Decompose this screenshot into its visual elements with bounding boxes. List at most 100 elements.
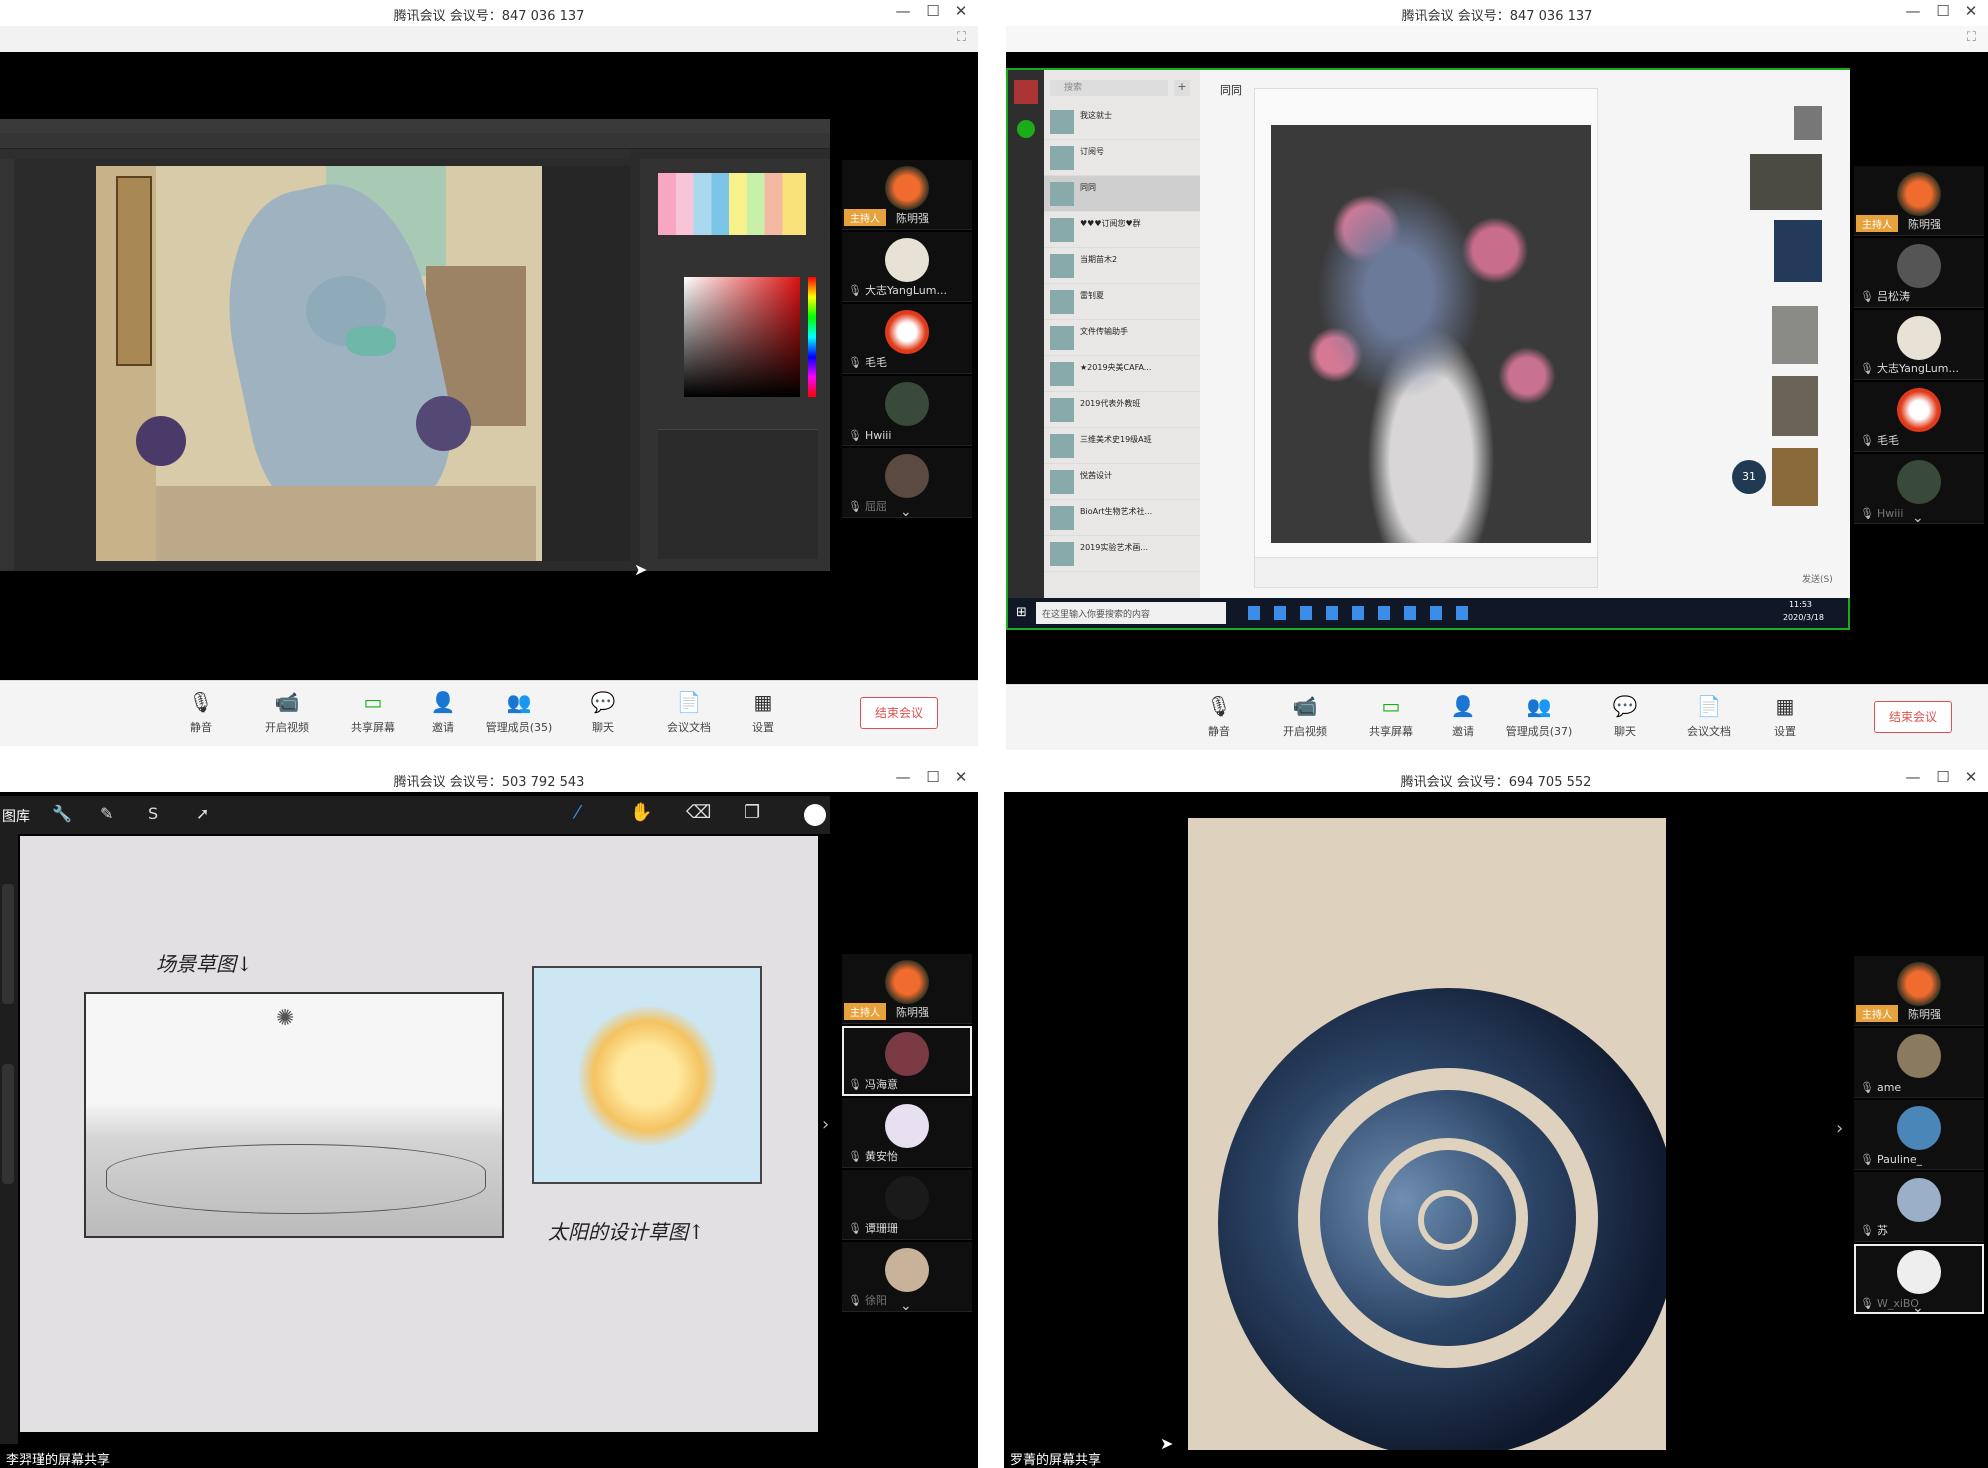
eraser-icon[interactable]: ⌫ — [686, 802, 711, 823]
mic-muted-icon: 🎙 — [1860, 362, 1874, 375]
minimize-icon[interactable]: — — [890, 768, 916, 786]
search-input[interactable]: 搜索 — [1050, 80, 1168, 96]
share-screen-button[interactable]: ▭ 共享屏幕 — [334, 689, 412, 735]
end-meeting-button[interactable]: 结束会议 — [1874, 701, 1952, 733]
participant-tile[interactable]: 主持人 陈明强 — [1854, 956, 1984, 1026]
chat-button[interactable]: 💬 聊天 — [1586, 693, 1664, 739]
close-icon[interactable]: ✕ — [948, 768, 974, 786]
message-image[interactable] — [1772, 376, 1818, 436]
message-image[interactable] — [1772, 306, 1818, 364]
message-image[interactable] — [1774, 220, 1822, 282]
chat-list-item[interactable]: 订阅号 — [1044, 140, 1200, 176]
chat-list-item[interactable]: 2019实验艺术画... — [1044, 536, 1200, 572]
chevron-right-icon[interactable]: › — [822, 1114, 829, 1135]
settings-button[interactable]: ▦ 设置 — [1746, 693, 1824, 739]
chat-list-item[interactable]: 雷钊夏 — [1044, 284, 1200, 320]
participant-name: 毛毛 — [1876, 434, 1899, 447]
chat-list-item[interactable]: 当期苗木2 — [1044, 248, 1200, 284]
chevron-down-icon[interactable]: ⌄ — [900, 504, 912, 520]
participant-name: 陈明强 — [896, 1006, 929, 1019]
chat-list-item[interactable]: ♥♥♥订阅您♥群 — [1044, 212, 1200, 248]
smudge-icon[interactable]: ✋ — [630, 802, 652, 823]
maximize-icon[interactable]: ☐ — [920, 768, 946, 786]
brush-icon[interactable]: ⁄ — [576, 802, 579, 823]
video-button[interactable]: 📹 开启视频 — [1266, 693, 1344, 739]
share-screen-button[interactable]: ▭ 共享屏幕 — [1352, 693, 1430, 739]
chat-list-item[interactable]: 同同 — [1044, 176, 1200, 212]
chat-list-item[interactable]: 文件传输助手 — [1044, 320, 1200, 356]
chat-icon: 💬 — [590, 690, 616, 714]
participant-tile[interactable]: 🎙 黄安怡 — [842, 1098, 972, 1168]
end-meeting-button[interactable]: 结束会议 — [860, 697, 938, 729]
selection-icon[interactable]: S — [148, 804, 158, 823]
opacity-slider[interactable] — [2, 1064, 14, 1184]
taskbar-search-input[interactable]: 在这里输入你要搜索的内容 — [1036, 602, 1226, 624]
docs-button[interactable]: 📄 会议文档 — [1670, 693, 1748, 739]
settings-button[interactable]: ▦ 设置 — [724, 689, 802, 735]
video-off-icon: 📹 — [274, 690, 300, 714]
invite-button[interactable]: 👤 邀请 — [1424, 693, 1502, 739]
participant-tile[interactable]: 🎙 毛毛 — [842, 304, 972, 374]
participant-tile[interactable]: 🎙 吕松涛 — [1854, 238, 1984, 308]
avatar — [1897, 172, 1941, 216]
docs-button[interactable]: 📄 会议文档 — [650, 689, 728, 735]
chat-list-item[interactable]: ★2019央美CAFA... — [1044, 356, 1200, 392]
send-button[interactable]: 发送(S) — [1802, 572, 1833, 585]
participant-tile[interactable]: 🎙 Pauline_ — [1854, 1100, 1984, 1170]
participant-tile[interactable]: 🎙 大志YangLum... — [1854, 310, 1984, 380]
ps-hue-slider[interactable] — [808, 277, 816, 397]
minimize-icon[interactable]: — — [1900, 768, 1926, 786]
mic-muted-icon: 🎙 — [848, 1078, 862, 1091]
close-icon[interactable]: ✕ — [1958, 2, 1984, 20]
message-image[interactable] — [1750, 154, 1822, 210]
message-image[interactable] — [1794, 106, 1822, 140]
wrench-icon[interactable]: 🔧 — [52, 804, 72, 823]
add-chat-icon[interactable]: + — [1174, 80, 1190, 96]
participant-tile[interactable]: 🎙 ame — [1854, 1028, 1984, 1098]
close-icon[interactable]: ✕ — [1958, 768, 1984, 786]
manage-members-button[interactable]: 👥 管理成员(35) — [480, 689, 558, 735]
magic-wand-icon[interactable]: ✎ — [100, 804, 113, 823]
chevron-right-icon[interactable]: › — [1836, 1118, 1843, 1139]
participant-tile[interactable]: 🎙 谭珊珊 — [842, 1170, 972, 1240]
gallery-button[interactable]: 图库 — [2, 806, 30, 826]
minimize-icon[interactable]: — — [1900, 2, 1926, 20]
chevron-down-icon[interactable]: ⌄ — [900, 1298, 912, 1314]
start-icon[interactable]: ⊞ — [1016, 605, 1027, 620]
participant-tile[interactable]: 主持人 陈明强 — [1854, 166, 1984, 236]
participant-tile[interactable]: 主持人 陈明强 — [842, 160, 972, 230]
chevron-down-icon[interactable]: ⌄ — [1912, 510, 1924, 526]
chat-list-item[interactable]: 2019代表外教班 — [1044, 392, 1200, 428]
close-icon[interactable]: ✕ — [948, 2, 974, 20]
chat-list-item[interactable]: 悦茜设计 — [1044, 464, 1200, 500]
layers-icon[interactable]: ❐ — [744, 802, 760, 823]
message-image[interactable] — [1772, 448, 1818, 506]
participant-tile[interactable]: 🎙 冯海意 — [842, 1026, 972, 1096]
mute-button[interactable]: 🎙 静音 — [1180, 693, 1258, 739]
manage-members-button[interactable]: 👥 管理成员(37) — [1500, 693, 1578, 739]
brush-size-slider[interactable] — [2, 884, 14, 1004]
maximize-icon[interactable]: ☐ — [920, 2, 946, 20]
invite-button[interactable]: 👤 邀请 — [404, 689, 482, 735]
fullscreen-icon[interactable]: ⛶ — [1967, 30, 1976, 45]
viewer-toolbar — [1255, 557, 1597, 587]
maximize-icon[interactable]: ☐ — [1930, 768, 1956, 786]
chat-list-item[interactable]: 我这就士 — [1044, 104, 1200, 140]
fullscreen-icon[interactable]: ⛶ — [957, 30, 966, 45]
chevron-down-icon[interactable]: ⌄ — [1912, 1300, 1924, 1316]
transform-icon[interactable]: ➚ — [196, 804, 209, 823]
chat-icon[interactable] — [1017, 120, 1035, 138]
participant-tile[interactable]: 🎙 Hwiii — [842, 376, 972, 446]
chat-button[interactable]: 💬 聊天 — [564, 689, 642, 735]
chat-list-item[interactable]: BioArt生物艺术社... — [1044, 500, 1200, 536]
chat-list-item[interactable]: 三维美术史19级A班 — [1044, 428, 1200, 464]
minimize-icon[interactable]: — — [890, 2, 916, 20]
video-button[interactable]: 📹 开启视频 — [248, 689, 326, 735]
mute-button[interactable]: 🎙 静音 — [162, 689, 240, 735]
participant-tile[interactable]: 🎙 毛毛 — [1854, 382, 1984, 452]
participant-tile[interactable]: 🎙 苏 — [1854, 1172, 1984, 1242]
maximize-icon[interactable]: ☐ — [1930, 2, 1956, 20]
participant-tile[interactable]: 主持人 陈明强 — [842, 954, 972, 1024]
color-picker-icon[interactable] — [804, 804, 826, 826]
participant-tile[interactable]: 🎙 大志YangLum... — [842, 232, 972, 302]
